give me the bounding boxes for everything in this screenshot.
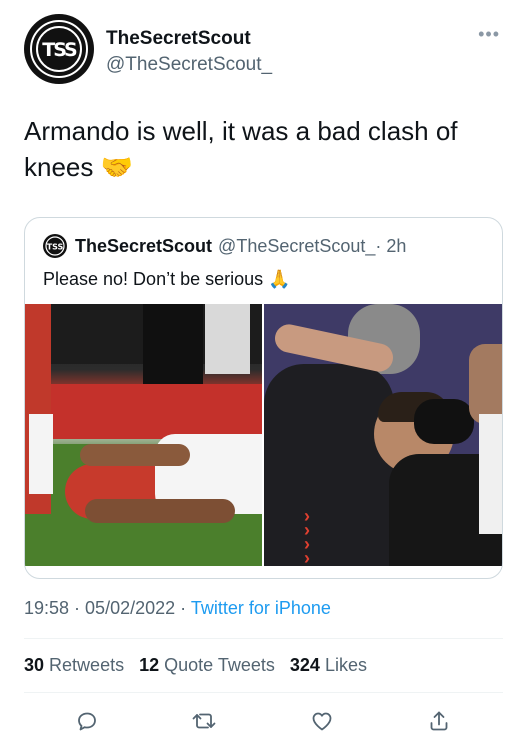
likes-label: Likes (324, 655, 367, 675)
quotes-count: 12 (139, 655, 160, 675)
tweet-source-link[interactable]: Twitter for iPhone (191, 598, 331, 618)
svg-text:TSS: TSS (42, 39, 77, 61)
meta-separator: · (175, 598, 191, 618)
quotes-stat[interactable]: 12 Quote Tweets (139, 655, 275, 675)
quoted-tweet-time: · 2h (375, 235, 407, 256)
divider (24, 692, 503, 693)
meta-separator: · (69, 598, 86, 618)
quoted-author-avatar: TSS (43, 234, 67, 258)
quotes-label: Quote Tweets (164, 655, 275, 675)
more-dots-icon[interactable]: ••• (478, 24, 500, 45)
quoted-tweet-header: TSS TheSecretScout @TheSecretScout_ · 2h (43, 234, 406, 258)
photo-player-down[interactable] (25, 304, 262, 566)
likes-stat[interactable]: 324 Likes (290, 655, 367, 675)
divider (24, 638, 503, 639)
author-handle[interactable]: @TheSecretScout_ (106, 54, 272, 76)
quoted-author-name: TheSecretScout (75, 235, 213, 256)
quoted-author-handle: @TheSecretScout_ (218, 235, 376, 256)
retweets-label: Retweets (49, 655, 125, 675)
author-avatar[interactable]: TSS (24, 14, 94, 84)
quoted-tweet-card[interactable]: TSS TheSecretScout @TheSecretScout_ · 2h… (24, 217, 503, 579)
quoted-tweet-photos: › › › › (25, 304, 502, 566)
retweets-stat[interactable]: 30 Retweets (24, 655, 124, 675)
share-icon[interactable] (424, 706, 454, 736)
tweet-text: Armando is well, it was a bad clash of k… (24, 116, 458, 182)
photo-player-consoled[interactable]: › › › › (264, 304, 502, 566)
avatar-logo: TSS (30, 20, 88, 78)
author-display-name[interactable]: TheSecretScout (106, 28, 251, 50)
tweet-header: TSS TheSecretScout @TheSecretScout_ ••• (24, 14, 504, 86)
like-icon[interactable] (307, 706, 337, 736)
quoted-tweet-text: Please no! Don’t be serious 🙏 (43, 269, 291, 289)
tweet-time: 19:58 (24, 598, 70, 618)
retweet-icon[interactable] (189, 706, 219, 736)
tweet-meta: 19:58 · 05/02/2022 · Twitter for iPhone (24, 598, 331, 619)
tweet-actions (24, 706, 503, 736)
tweet-stats: 30 Retweets 12 Quote Tweets 324 Likes (24, 655, 377, 676)
tweet-date: 05/02/2022 (85, 598, 176, 618)
svg-text:TSS: TSS (47, 243, 64, 252)
reply-icon[interactable] (72, 706, 102, 736)
likes-count: 324 (289, 655, 320, 675)
retweets-count: 30 (24, 655, 45, 675)
